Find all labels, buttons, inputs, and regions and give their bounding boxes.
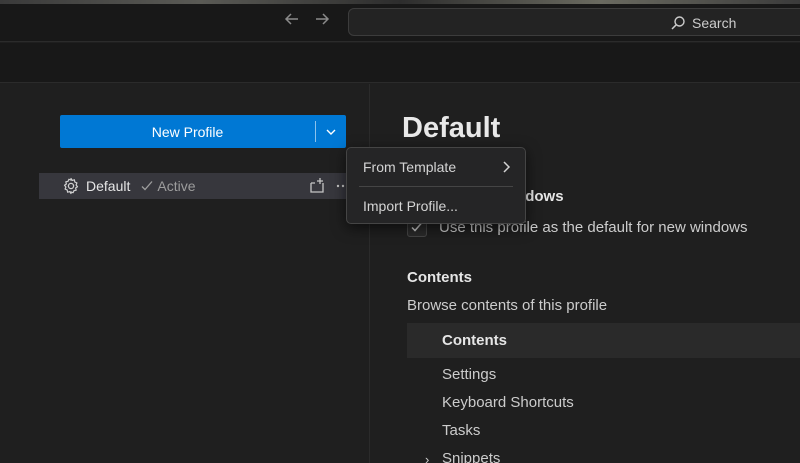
split-divider — [315, 115, 316, 148]
menu-item-import-profile[interactable]: Import Profile... — [352, 192, 520, 220]
menu-item-label: From Template — [363, 159, 457, 175]
chevron-down-icon — [326, 129, 336, 135]
tree-item-settings[interactable]: Settings — [442, 366, 496, 383]
tree-item-snippets[interactable]: Snippets — [442, 450, 500, 463]
chevron-right-icon[interactable]: › — [425, 452, 429, 463]
arrow-left-icon — [284, 13, 298, 25]
arrow-right-icon — [316, 13, 330, 25]
title-bar: Search — [0, 4, 800, 42]
profile-name: Default — [86, 178, 131, 194]
active-label: Active — [157, 178, 196, 194]
new-profile-button[interactable]: New Profile — [60, 115, 315, 148]
new-profile-dropdown-menu: From Template Import Profile... — [346, 147, 526, 224]
new-profile-split-button: New Profile — [60, 115, 346, 148]
chevron-right-icon — [503, 161, 511, 173]
new-window-icon — [310, 178, 324, 193]
forward-button[interactable] — [310, 10, 334, 34]
gear-icon — [63, 177, 79, 195]
contents-description: Browse contents of this profile — [407, 297, 608, 314]
profile-item-default[interactable]: Default Active — [39, 173, 370, 199]
command-center-search[interactable]: Search — [348, 8, 800, 36]
check-icon — [141, 181, 153, 191]
back-button[interactable] — [280, 10, 304, 34]
tab-bar — [0, 43, 800, 83]
contents-tree-header: Contents — [407, 323, 800, 358]
new-profile-dropdown-button[interactable] — [316, 115, 346, 148]
menu-item-from-template[interactable]: From Template — [352, 153, 520, 181]
profiles-list-pane: New Profile Default Active — [0, 84, 370, 463]
menu-separator — [359, 186, 513, 187]
tree-item-keyboard-shortcuts[interactable]: Keyboard Shortcuts — [442, 394, 574, 411]
active-badge: Active — [140, 178, 195, 194]
page-title: Default — [402, 112, 501, 144]
new-window-with-profile-button[interactable] — [307, 176, 327, 196]
search-label: Search — [692, 15, 737, 31]
contents-heading: Contents — [407, 269, 472, 286]
tree-item-tasks[interactable]: Tasks — [442, 422, 480, 439]
search-icon — [671, 16, 685, 30]
profile-details-pane: Default Use for New Windows Use this pro… — [371, 84, 800, 463]
